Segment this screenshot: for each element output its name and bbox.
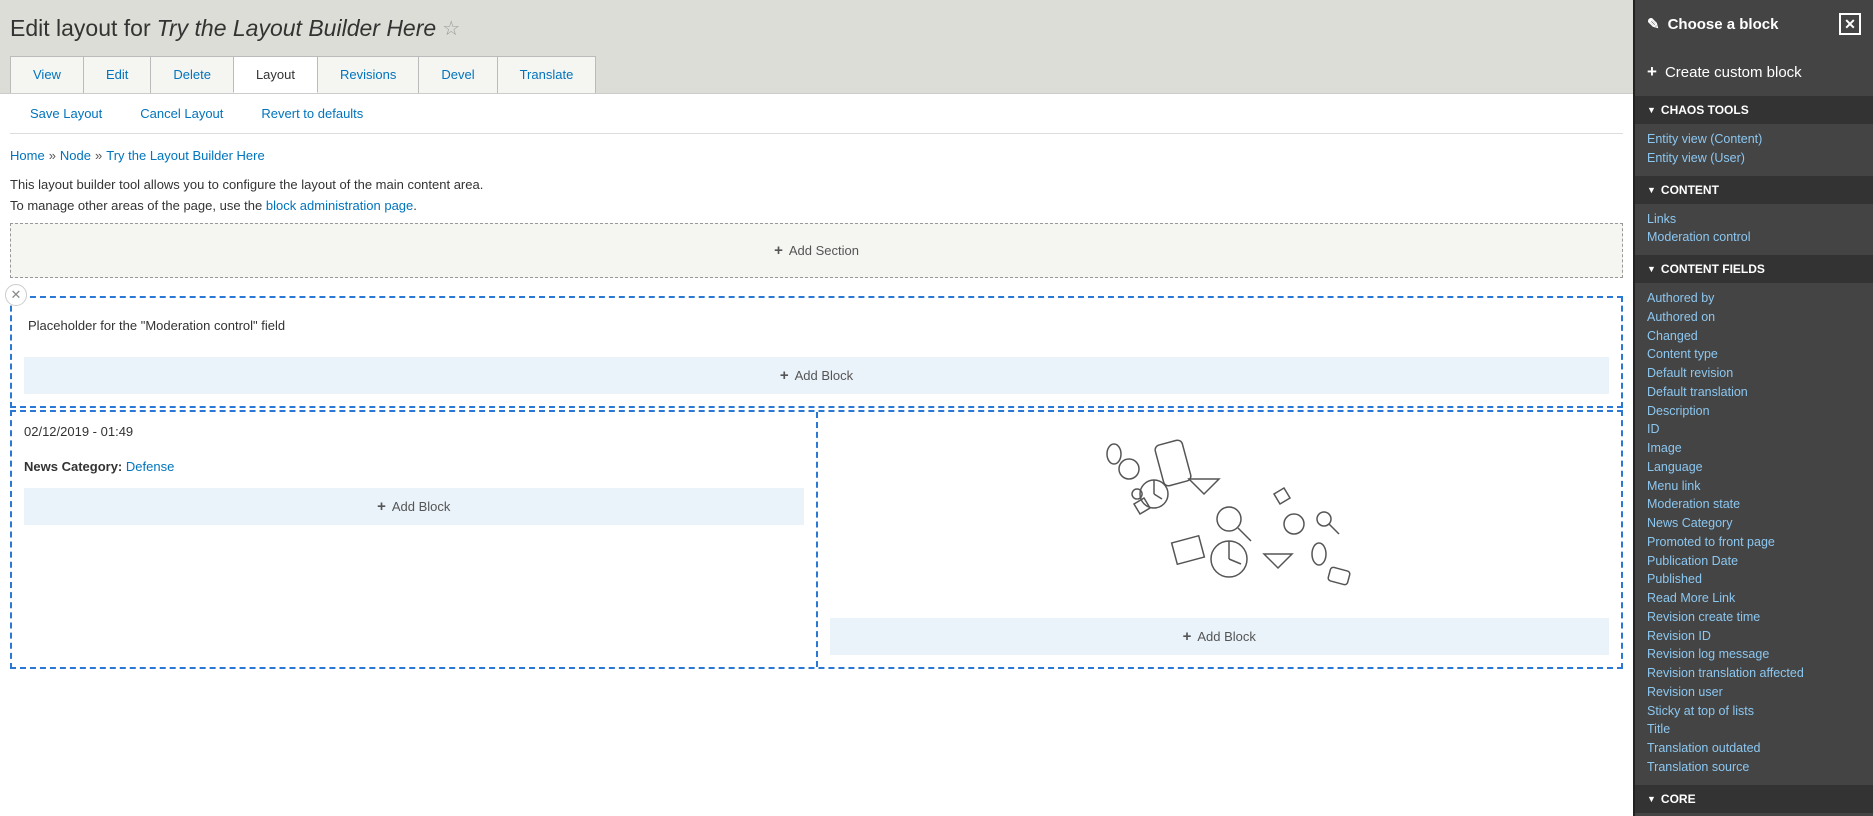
sidebar-title: ✎ Choose a block xyxy=(1647,15,1778,33)
header-region: Edit layout for Try the Layout Builder H… xyxy=(0,0,1633,94)
block-item[interactable]: Revision translation affected xyxy=(1647,664,1861,683)
add-block-button[interactable]: +Add Block xyxy=(24,357,1609,394)
add-section-button[interactable]: +Add Section xyxy=(10,223,1623,278)
category-core[interactable]: ▼CORE xyxy=(1635,785,1873,813)
add-block-button[interactable]: +Add Block xyxy=(830,618,1610,655)
block-item[interactable]: Publication Date xyxy=(1647,552,1861,571)
block-item[interactable]: Revision create time xyxy=(1647,608,1861,627)
intro-line1: This layout builder tool allows you to c… xyxy=(10,177,1623,192)
image-field xyxy=(1079,424,1359,594)
news-category-value[interactable]: Defense xyxy=(126,459,174,474)
action-save-layout[interactable]: Save Layout xyxy=(30,106,102,121)
block-item[interactable]: News Category xyxy=(1647,514,1861,533)
caret-down-icon: ▼ xyxy=(1647,185,1656,195)
block-item[interactable]: Content type xyxy=(1647,345,1861,364)
block-admin-link[interactable]: block administration page xyxy=(266,198,413,213)
pencil-icon: ✎ xyxy=(1647,15,1660,33)
block-item[interactable]: Entity view (Content) xyxy=(1647,130,1861,149)
breadcrumb: Home»Node»Try the Layout Builder Here xyxy=(10,134,1623,171)
plus-icon: + xyxy=(780,367,789,384)
block-item[interactable]: Language xyxy=(1647,458,1861,477)
news-category-label: News Category: xyxy=(24,459,122,474)
block-item[interactable]: Image xyxy=(1647,439,1861,458)
tab-translate[interactable]: Translate xyxy=(497,56,597,93)
block-item[interactable]: Revision ID xyxy=(1647,627,1861,646)
block-item[interactable]: Authored by xyxy=(1647,289,1861,308)
plus-icon: + xyxy=(377,498,386,515)
block-item[interactable]: Revision user xyxy=(1647,683,1861,702)
tab-edit[interactable]: Edit xyxy=(83,56,151,93)
block-item[interactable]: Entity view (User) xyxy=(1647,149,1861,168)
block-item[interactable]: Translation outdated xyxy=(1647,739,1861,758)
breadcrumb-item[interactable]: Try the Layout Builder Here xyxy=(106,148,264,163)
intro-line2: To manage other areas of the page, use t… xyxy=(10,198,1623,213)
block-item[interactable]: Default translation xyxy=(1647,383,1861,402)
block-sidebar: ✎ Choose a block ✕ + Create custom block… xyxy=(1633,0,1873,816)
page-title-prefix: Edit layout for xyxy=(10,15,151,42)
layout-region-right: +Add Block xyxy=(818,412,1622,667)
block-item[interactable]: Revision log message xyxy=(1647,645,1861,664)
block-item[interactable]: ID xyxy=(1647,420,1861,439)
layout-section-1: Placeholder for the "Moderation control"… xyxy=(10,296,1623,408)
category-content-fields[interactable]: ▼CONTENT FIELDS xyxy=(1635,255,1873,283)
block-item[interactable]: Moderation control xyxy=(1647,228,1861,247)
plus-icon: + xyxy=(1183,628,1192,645)
tab-layout[interactable]: Layout xyxy=(233,56,318,93)
intro-text: This layout builder tool allows you to c… xyxy=(10,177,1623,213)
plus-icon: + xyxy=(774,242,783,259)
tab-devel[interactable]: Devel xyxy=(418,56,497,93)
remove-section-button[interactable]: ✕ xyxy=(5,284,27,306)
plus-icon: + xyxy=(1647,62,1657,82)
block-item[interactable]: Promoted to front page xyxy=(1647,533,1861,552)
action-cancel-layout[interactable]: Cancel Layout xyxy=(140,106,223,121)
block-item[interactable]: Title xyxy=(1647,720,1861,739)
layout-section-2: 02/12/2019 - 01:49 News Category: Defens… xyxy=(10,410,1623,669)
tab-revisions[interactable]: Revisions xyxy=(317,56,419,93)
primary-tabs: ViewEditDeleteLayoutRevisionsDevelTransl… xyxy=(10,56,1623,93)
page-title-name: Try the Layout Builder Here xyxy=(157,15,437,42)
block-item[interactable]: Default revision xyxy=(1647,364,1861,383)
category-chaos-tools[interactable]: ▼CHAOS TOOLS xyxy=(1635,96,1873,124)
breadcrumb-item[interactable]: Home xyxy=(10,148,45,163)
tab-delete[interactable]: Delete xyxy=(150,56,234,93)
action-revert-to-defaults[interactable]: Revert to defaults xyxy=(261,106,363,121)
block-item[interactable]: Description xyxy=(1647,402,1861,421)
star-icon[interactable]: ☆ xyxy=(442,16,460,41)
layout-region-left: 02/12/2019 - 01:49 News Category: Defens… xyxy=(12,412,818,667)
block-item[interactable]: Links xyxy=(1647,210,1861,229)
caret-down-icon: ▼ xyxy=(1647,264,1656,274)
block-item[interactable]: Menu link xyxy=(1647,477,1861,496)
block-item[interactable]: Translation source xyxy=(1647,758,1861,777)
sidebar-header: ✎ Choose a block ✕ xyxy=(1635,0,1873,48)
breadcrumb-item[interactable]: Node xyxy=(60,148,91,163)
caret-down-icon: ▼ xyxy=(1647,794,1656,804)
block-item[interactable]: Published xyxy=(1647,570,1861,589)
add-block-button[interactable]: +Add Block xyxy=(24,488,804,525)
content-region: Save Layout Cancel Layout Revert to defaul… xyxy=(0,94,1633,669)
create-custom-block[interactable]: + Create custom block xyxy=(1635,48,1873,96)
caret-down-icon: ▼ xyxy=(1647,105,1656,115)
tab-view[interactable]: View xyxy=(10,56,84,93)
close-sidebar-button[interactable]: ✕ xyxy=(1839,13,1861,35)
date-field: 02/12/2019 - 01:49 xyxy=(24,424,804,439)
moderation-placeholder: Placeholder for the "Moderation control"… xyxy=(24,310,1609,349)
category-content[interactable]: ▼CONTENT xyxy=(1635,176,1873,204)
secondary-tabs: Save Layout Cancel Layout Revert to defaul… xyxy=(10,94,1623,134)
page-title: Edit layout for Try the Layout Builder H… xyxy=(10,15,1623,42)
block-item[interactable]: Sticky at top of lists xyxy=(1647,702,1861,721)
news-category-field: News Category: Defense xyxy=(24,459,804,474)
block-item[interactable]: Changed xyxy=(1647,327,1861,346)
layout-region: Placeholder for the "Moderation control"… xyxy=(12,298,1621,406)
main-content: Edit layout for Try the Layout Builder H… xyxy=(0,0,1633,816)
block-item[interactable]: Moderation state xyxy=(1647,495,1861,514)
block-item[interactable]: Read More Link xyxy=(1647,589,1861,608)
block-item[interactable]: Authored on xyxy=(1647,308,1861,327)
